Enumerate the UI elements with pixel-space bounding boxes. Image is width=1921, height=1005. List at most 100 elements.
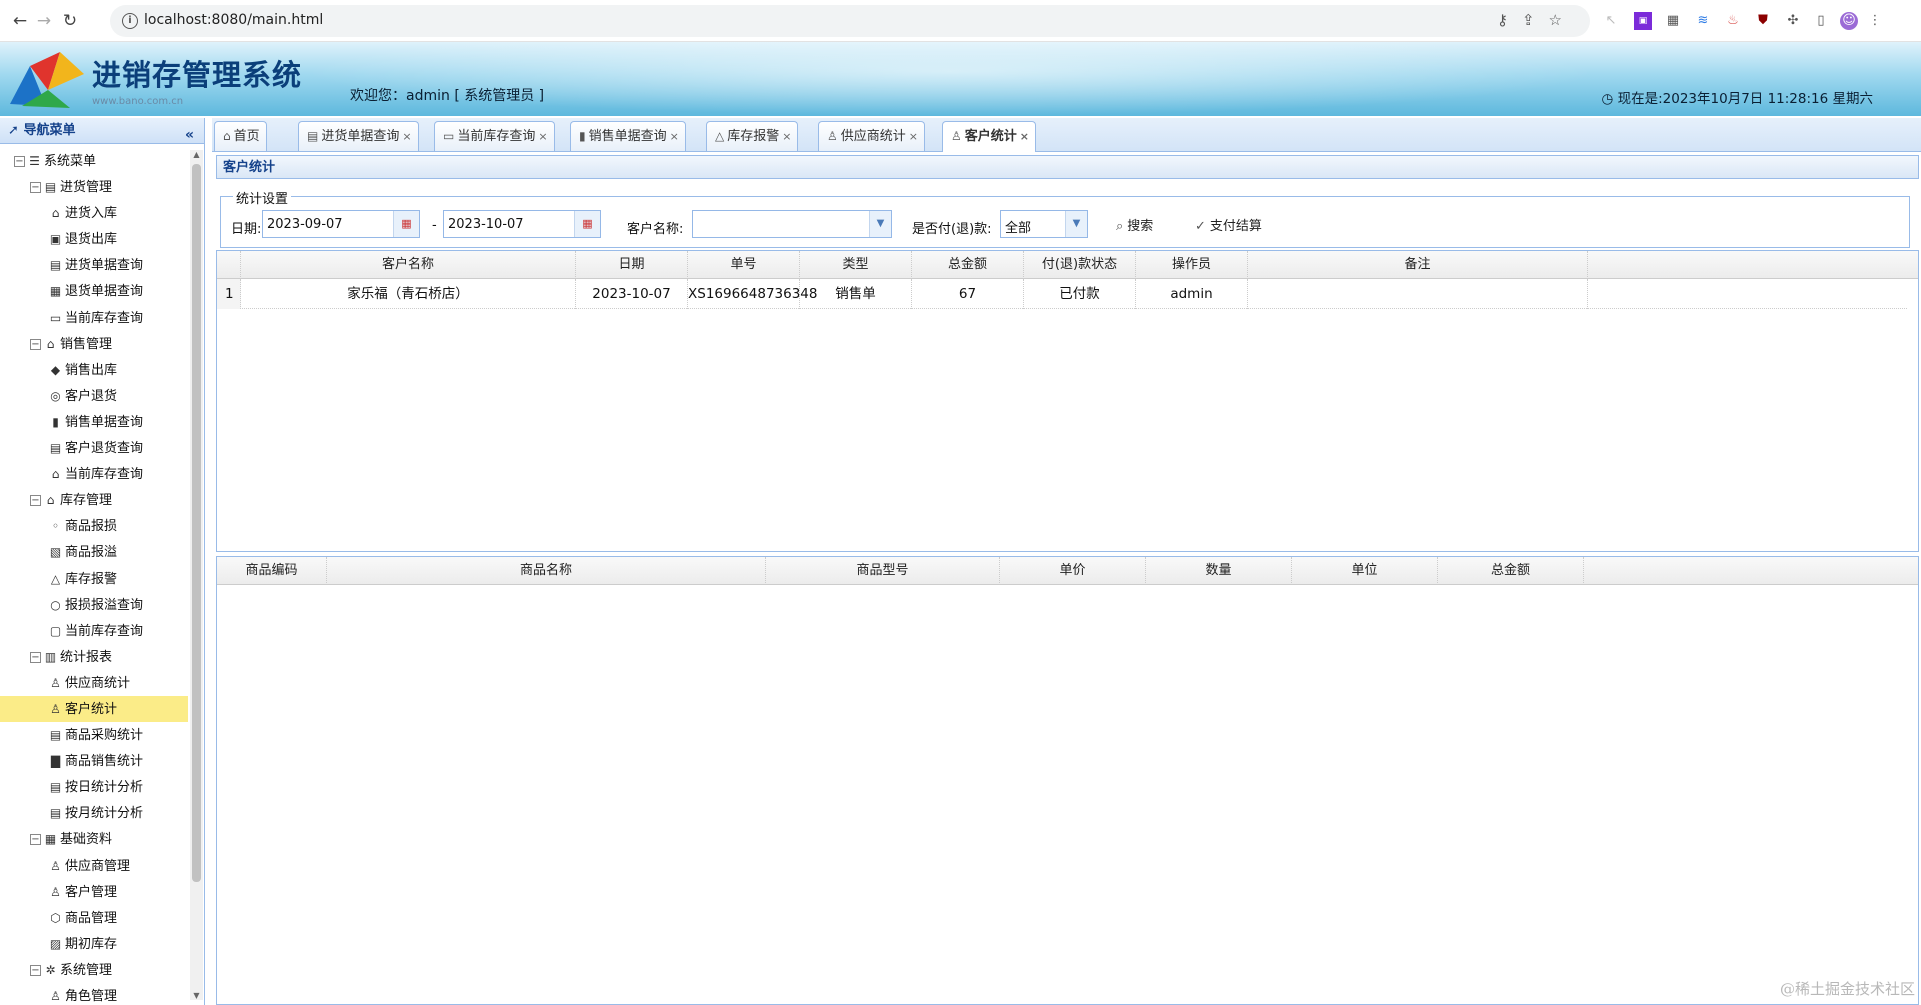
- tree-collapse-icon[interactable]: −: [30, 834, 41, 846]
- extensions-puzzle-icon[interactable]: ✣: [1784, 12, 1802, 30]
- tab-close-icon[interactable]: ×: [402, 130, 411, 143]
- chevron-down-icon[interactable]: ▼: [1065, 211, 1087, 237]
- sidebar-item[interactable]: ◎ 客户退货: [0, 383, 188, 409]
- extension-purple-icon[interactable]: ▣: [1634, 12, 1652, 30]
- grid-column-header[interactable]: 客户名称: [241, 251, 576, 279]
- grid-column-header[interactable]: 备注: [1248, 251, 1588, 279]
- reload-icon[interactable]: ↻: [58, 9, 82, 33]
- paid-status-select[interactable]: 全部 ▼: [1000, 210, 1088, 238]
- sidebar-item[interactable]: ⬡ 商品管理: [0, 905, 188, 931]
- grid-column-header[interactable]: [217, 251, 241, 279]
- ublock-icon[interactable]: ⛊: [1754, 12, 1772, 30]
- sidebar-item[interactable]: ♙ 客户统计: [0, 695, 188, 723]
- tab[interactable]: ▮ 销售单据查询 ×: [570, 121, 686, 151]
- tree-collapse-icon[interactable]: −: [14, 156, 25, 167]
- sidebar-item[interactable]: − ⌂ 销售管理: [0, 331, 188, 357]
- search-button[interactable]: ⌕ 搜索: [1116, 215, 1153, 234]
- date-from-field[interactable]: 2023-09-07 ▦: [262, 210, 420, 238]
- grid-column-header[interactable]: 单位: [1292, 557, 1438, 585]
- tab[interactable]: ♙ 客户统计 ×: [942, 121, 1036, 152]
- star-icon[interactable]: ☆: [1549, 11, 1576, 29]
- grid-column-header[interactable]: 总金额: [912, 251, 1024, 279]
- sidebar-item[interactable]: ▢ 当前库存查询: [0, 618, 188, 644]
- sidebar-item[interactable]: − ✲ 系统管理: [0, 957, 188, 983]
- sidebar-item[interactable]: ♙ 供应商管理: [0, 853, 188, 879]
- tab-close-icon[interactable]: ×: [909, 130, 918, 143]
- sidebar-item[interactable]: ⌂ 当前库存查询: [0, 461, 188, 487]
- sidebar-item[interactable]: − ⌂ 库存管理: [0, 487, 188, 513]
- tab[interactable]: △ 库存报警 ×: [706, 121, 799, 151]
- tree-collapse-icon[interactable]: −: [30, 495, 41, 507]
- address-bar[interactable]: i localhost:8080/main.html ⚷⇪☆: [110, 5, 1590, 37]
- share-icon[interactable]: ⇪: [1522, 11, 1549, 29]
- table-row[interactable]: 1 家乐福（青石桥店） 2023-10-07 XS1696648736348 销售单 67…: [217, 279, 1907, 309]
- grid-column-header[interactable]: 操作员: [1136, 251, 1248, 279]
- sidebar-item[interactable]: ○ 报损报溢查询: [0, 592, 188, 618]
- tab-close-icon[interactable]: ×: [538, 130, 547, 143]
- calendar-icon[interactable]: ▦: [574, 211, 600, 237]
- extension-cursor-icon[interactable]: ↖: [1602, 12, 1620, 30]
- sidebar-item[interactable]: − ▤ 进货管理: [0, 174, 188, 200]
- sidebar-item[interactable]: ▤ 按月统计分析: [0, 800, 188, 826]
- grid-column-header[interactable]: 商品型号: [766, 557, 1000, 585]
- grid-column-header[interactable]: 类型: [800, 251, 912, 279]
- scroll-up-icon[interactable]: ▲: [192, 150, 201, 159]
- sidebar-item[interactable]: ▤ 按日统计分析: [0, 774, 188, 800]
- tree-collapse-icon[interactable]: −: [30, 182, 41, 194]
- settle-payment-button[interactable]: ✓ 支付结算: [1195, 215, 1262, 234]
- browser-menu-icon[interactable]: ⋮: [1866, 12, 1884, 30]
- site-info-icon[interactable]: i: [122, 13, 138, 29]
- tab[interactable]: ▭ 当前库存查询 ×: [434, 121, 555, 151]
- sidebar-item[interactable]: ▣ 退货出库: [0, 226, 188, 252]
- tree-collapse-icon[interactable]: −: [30, 651, 41, 663]
- tab-close-icon[interactable]: ×: [782, 130, 791, 143]
- sidebar-item[interactable]: ◦ 商品报损: [0, 513, 188, 539]
- sidebar-item[interactable]: ▇ 商品销售统计: [0, 748, 188, 774]
- back-arrow-icon[interactable]: ←: [8, 9, 32, 33]
- tree-collapse-icon[interactable]: −: [30, 964, 41, 976]
- grid-column-header[interactable]: 商品名称: [327, 557, 766, 585]
- date-to-field[interactable]: 2023-10-07 ▦: [443, 210, 601, 238]
- extension-red-icon[interactable]: ♨: [1724, 12, 1742, 30]
- key-icon[interactable]: ⚷: [1497, 11, 1522, 29]
- collapse-sidebar-icon[interactable]: «: [185, 122, 194, 148]
- grid-column-header[interactable]: 数量: [1146, 557, 1292, 585]
- sidebar-item[interactable]: ◆ 销售出库: [0, 357, 188, 383]
- sidebar-item[interactable]: ♙ 角色管理: [0, 983, 188, 1003]
- profile-avatar[interactable]: ☺: [1840, 12, 1858, 30]
- calendar-icon[interactable]: ▦: [393, 211, 419, 237]
- tab[interactable]: ♙ 供应商统计 ×: [818, 121, 925, 151]
- sidebar-item[interactable]: ▧ 商品报溢: [0, 539, 188, 565]
- grid-column-header[interactable]: 商品编码: [217, 557, 327, 585]
- tab-close-icon[interactable]: ×: [1020, 130, 1029, 143]
- sidebar-item[interactable]: − ☰ 系统菜单: [0, 148, 188, 174]
- sidebar-item[interactable]: ▮ 销售单据查询: [0, 409, 188, 435]
- sidebar-item[interactable]: ♙ 客户管理: [0, 879, 188, 905]
- tab[interactable]: ⌂ 首页: [214, 121, 267, 151]
- tree-collapse-icon[interactable]: −: [30, 338, 41, 350]
- grid-column-header[interactable]: 日期: [576, 251, 688, 279]
- grid-column-header[interactable]: 单号: [688, 251, 800, 279]
- tab-close-icon[interactable]: ×: [670, 130, 679, 143]
- sidebar-item[interactable]: ▤ 进货单据查询: [0, 252, 188, 278]
- sidebar-item[interactable]: ▭ 当前库存查询: [0, 305, 188, 331]
- forward-arrow-icon[interactable]: →: [32, 9, 56, 33]
- scroll-down-icon[interactable]: ▼: [192, 991, 201, 1000]
- sidebar-item[interactable]: ▨ 期初库存: [0, 931, 188, 957]
- chevron-down-icon[interactable]: ▼: [869, 211, 891, 237]
- customer-name-combobox[interactable]: ▼: [692, 210, 892, 238]
- side-panel-icon[interactable]: ▯: [1812, 12, 1830, 30]
- scrollbar-thumb[interactable]: [192, 164, 201, 882]
- sidebar-item[interactable]: ♙ 供应商统计: [0, 670, 188, 696]
- sidebar-item[interactable]: ▤ 商品采购统计: [0, 722, 188, 748]
- sidebar-item[interactable]: ▤ 客户退货查询: [0, 435, 188, 461]
- sidebar-scrollbar[interactable]: ▲ ▼: [190, 150, 203, 1000]
- sidebar-item[interactable]: ▦ 退货单据查询: [0, 278, 188, 304]
- sidebar-item[interactable]: ⌂ 进货入库: [0, 200, 188, 226]
- extension-layers-icon[interactable]: ≋: [1694, 12, 1712, 30]
- tab[interactable]: ▤ 进货单据查询 ×: [298, 121, 419, 151]
- grid-column-header[interactable]: 单价: [1000, 557, 1146, 585]
- sidebar-item[interactable]: △ 库存报警: [0, 566, 188, 592]
- grid-column-header[interactable]: 付(退)款状态: [1024, 251, 1136, 279]
- sidebar-item[interactable]: − ▦ 基础资料: [0, 826, 188, 852]
